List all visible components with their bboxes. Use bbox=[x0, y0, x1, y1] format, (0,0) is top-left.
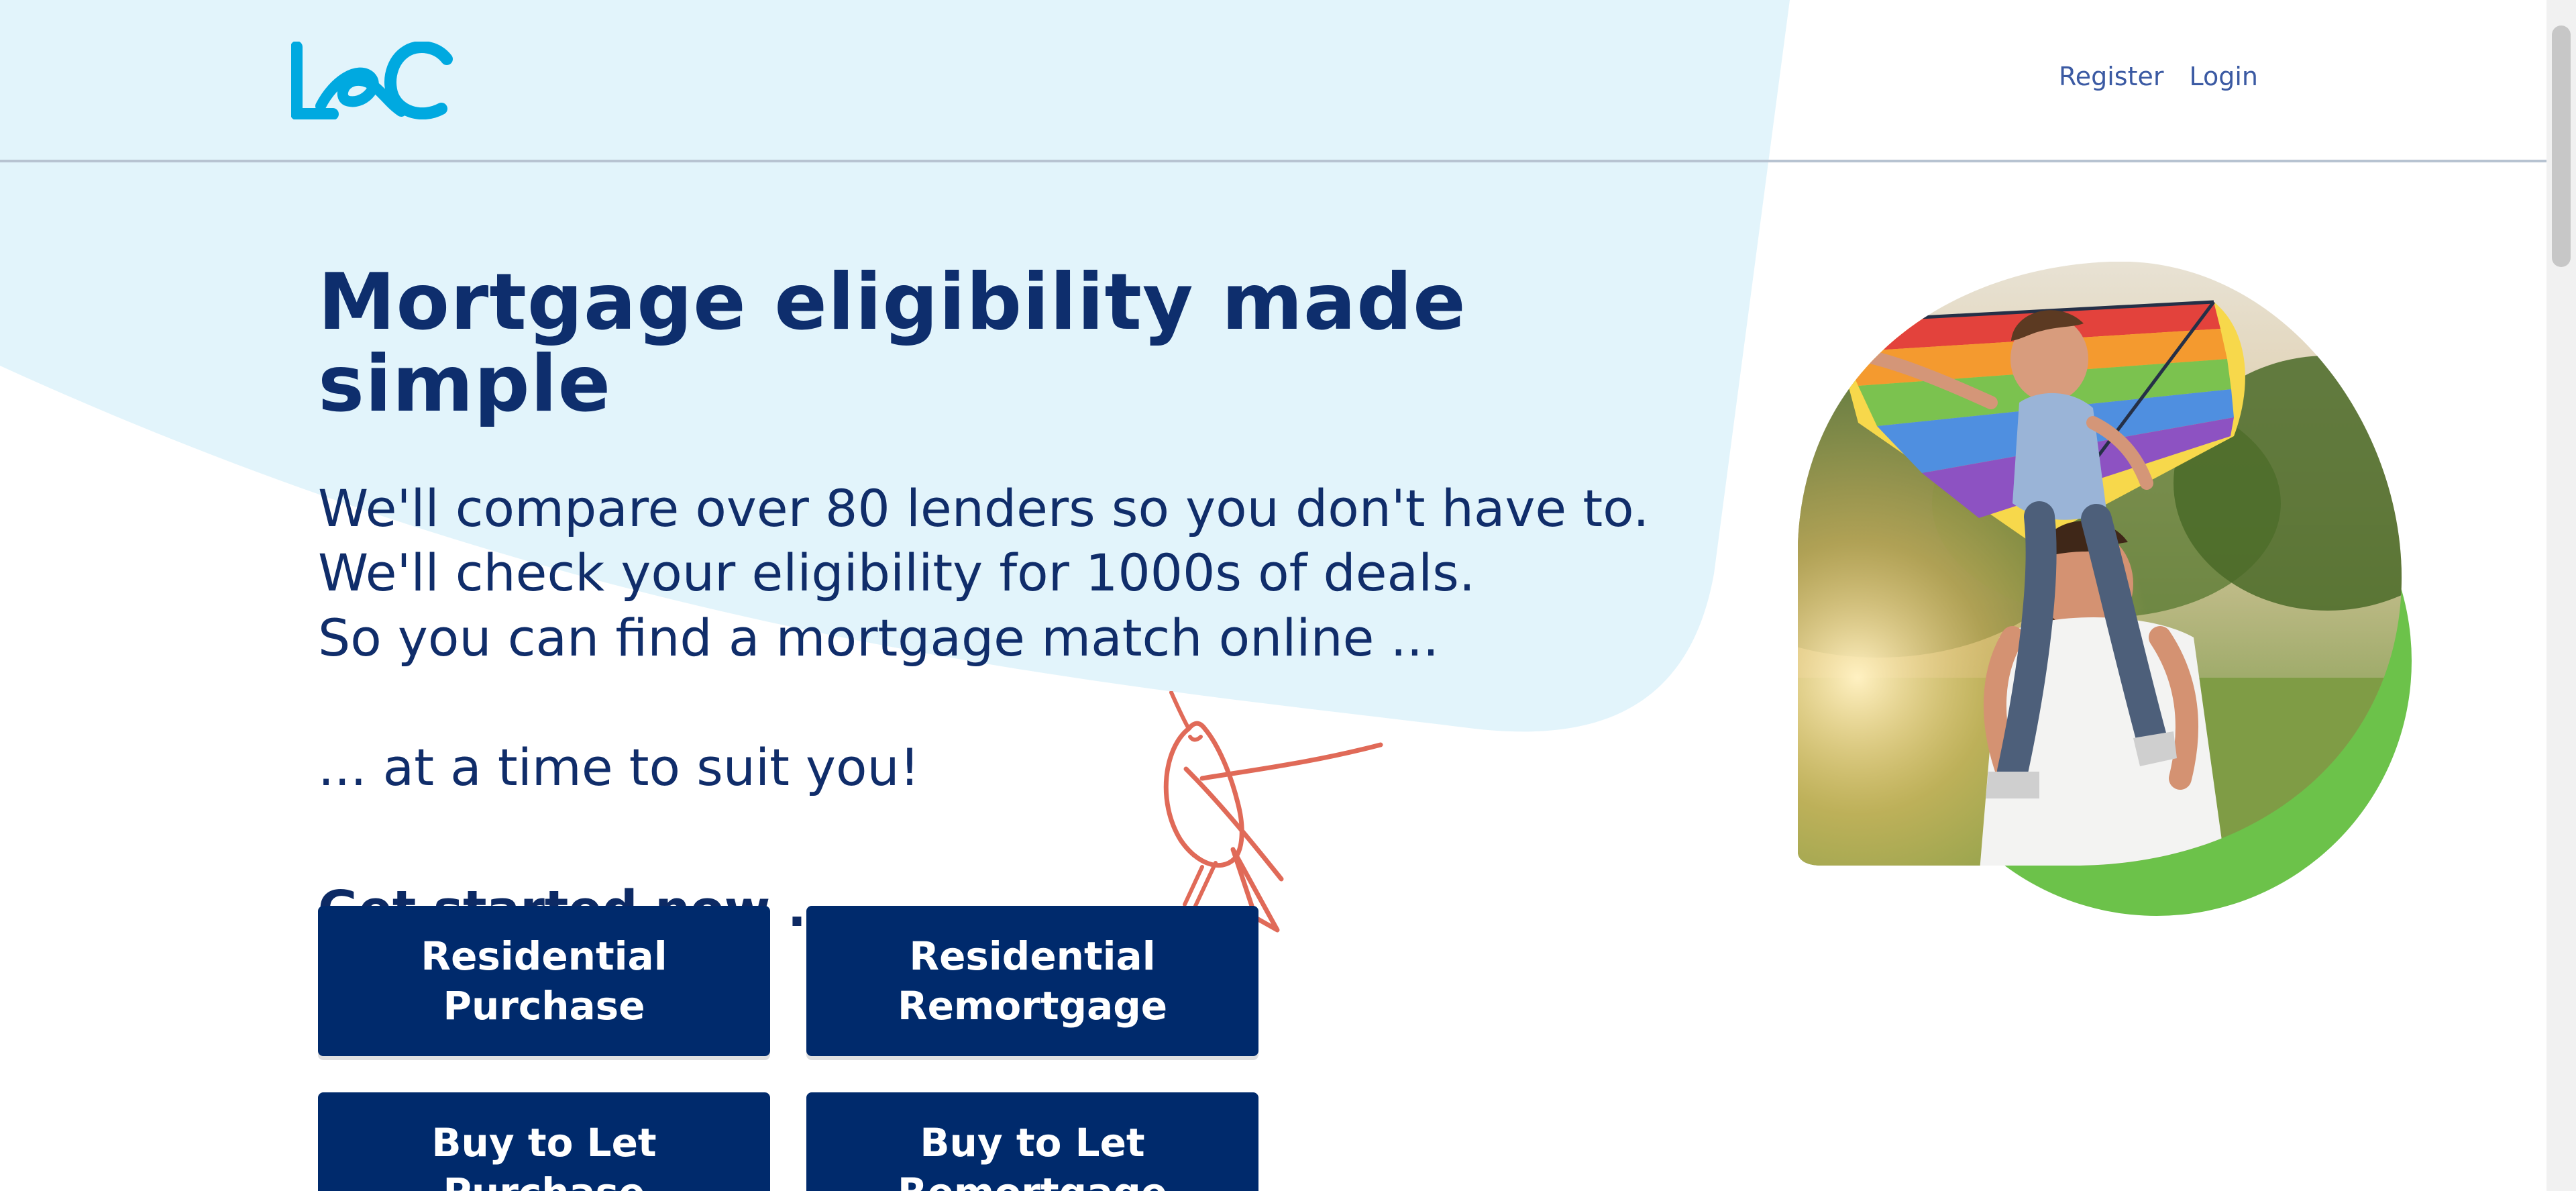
residential-purchase-button[interactable]: Residential Purchase bbox=[318, 906, 770, 1056]
vertical-scrollbar[interactable] bbox=[2546, 0, 2576, 1191]
residential-purchase-label: Residential Purchase bbox=[421, 931, 667, 1031]
button-line: Residential bbox=[421, 933, 667, 979]
login-link[interactable]: Login bbox=[2189, 62, 2258, 91]
button-line: Purchase bbox=[431, 1168, 656, 1191]
site-header: Register Login bbox=[0, 0, 2546, 162]
register-link[interactable]: Register bbox=[2059, 62, 2163, 91]
hero-description: We'll compare over 80 lenders so you don… bbox=[318, 476, 1727, 671]
button-line: Residential bbox=[909, 933, 1156, 979]
hero-image-area bbox=[1758, 262, 2422, 933]
buy-to-let-remortgage-button[interactable]: Buy to Let Remortgage bbox=[806, 1092, 1258, 1191]
button-line: Buy to Let bbox=[920, 1119, 1145, 1166]
hero-line-1: We'll compare over 80 lenders so you don… bbox=[318, 478, 1650, 538]
button-line: Remortgage bbox=[898, 1168, 1167, 1191]
family-photo bbox=[1798, 262, 2412, 916]
residential-remortgage-button[interactable]: Residential Remortgage bbox=[806, 906, 1258, 1056]
button-line: Purchase bbox=[443, 983, 645, 1029]
product-buttons: Residential Purchase Residential Remortg… bbox=[318, 906, 1258, 1191]
hero-title: Mortgage eligibility made simple bbox=[318, 257, 1466, 429]
hero-line-3: So you can find a mortgage match online … bbox=[318, 607, 1440, 668]
hero-tagline: ... at a time to suit you! bbox=[318, 737, 920, 798]
lc-logo[interactable] bbox=[291, 42, 459, 119]
button-line: Remortgage bbox=[897, 983, 1168, 1029]
buy-to-let-purchase-button[interactable]: Buy to Let Purchase bbox=[318, 1092, 770, 1191]
buy-to-let-remortgage-label: Buy to Let Remortgage bbox=[898, 1118, 1167, 1191]
residential-remortgage-label: Residential Remortgage bbox=[898, 931, 1167, 1031]
page: Register Login Mortgage eligibility made… bbox=[0, 0, 2576, 1191]
top-nav: Register Login bbox=[2059, 62, 2258, 91]
hero-content: Mortgage eligibility made simple We'll c… bbox=[318, 262, 1727, 938]
button-line: Buy to Let bbox=[431, 1119, 657, 1166]
hero-line-2: We'll check your eligibility for 1000s o… bbox=[318, 543, 1475, 603]
scrollbar-thumb[interactable] bbox=[2552, 25, 2571, 267]
buy-to-let-purchase-label: Buy to Let Purchase bbox=[431, 1118, 656, 1191]
